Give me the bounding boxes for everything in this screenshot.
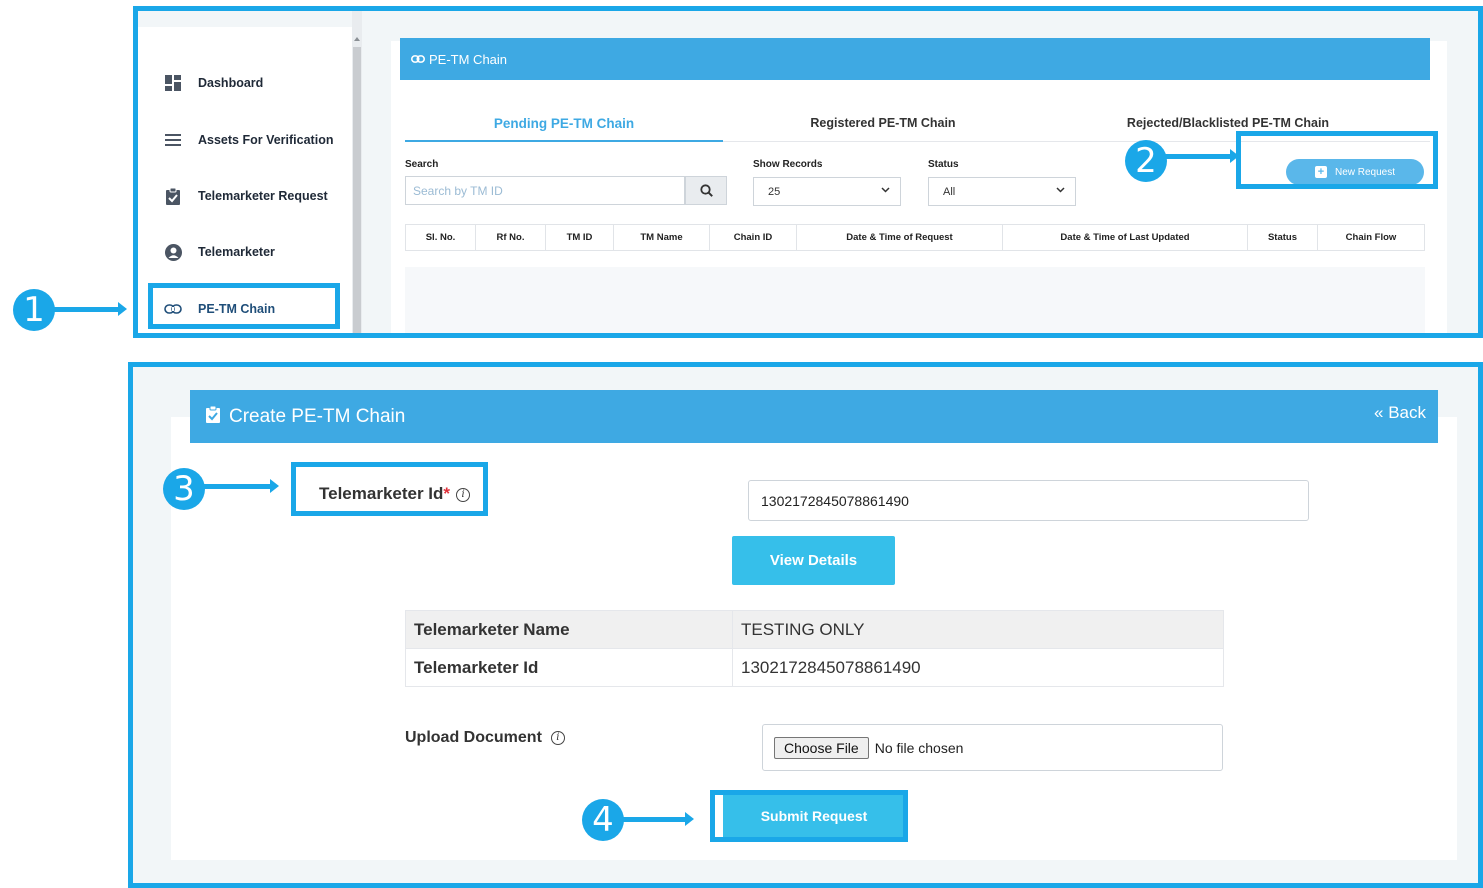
page-title: PE-TM Chain	[429, 51, 508, 67]
arrow-head-icon	[118, 302, 127, 316]
column-header: Sl. No.	[406, 225, 476, 250]
sidebar-scrollbar[interactable]	[352, 11, 362, 333]
show-records-select[interactable]: 25	[753, 177, 901, 206]
status-label: Status	[928, 159, 959, 170]
status-select[interactable]: All	[928, 177, 1076, 206]
callout-arrow	[200, 484, 270, 489]
callout-arrow	[619, 817, 685, 822]
arrow-head-icon	[1230, 149, 1239, 163]
chevron-down-icon	[1056, 187, 1065, 193]
column-header: Chain Flow	[1345, 232, 1397, 243]
detail-value: TESTING ONLY	[741, 619, 865, 639]
callout-1: 1	[13, 289, 55, 331]
column-header: Date & Time of Request	[797, 225, 1003, 250]
back-link[interactable]: « Back	[1374, 403, 1426, 423]
column-header: TM Name	[614, 225, 710, 250]
telemarketer-id-input[interactable]: 1302172845078861490	[748, 480, 1309, 521]
view-details-button[interactable]: View Details	[732, 536, 895, 585]
search-label: Search	[405, 159, 439, 170]
chevron-down-icon	[881, 187, 890, 193]
scrollbar-thumb[interactable]	[353, 47, 361, 333]
callout-arrow	[50, 307, 118, 312]
clipboard-check-icon	[206, 405, 220, 423]
page-header: PE-TM Chain	[400, 38, 1430, 80]
column-header: Date & Time of Last Updated	[1003, 225, 1248, 250]
form-header: Create PE-TM Chain « Back	[190, 390, 1438, 443]
sidebar-item-label: Telemarketer Request	[198, 189, 328, 203]
sidebar-item-label: Dashboard	[198, 76, 264, 90]
callout-3: 3	[163, 468, 205, 510]
new-request-highlight-box	[1236, 131, 1438, 189]
status-value: All	[943, 185, 956, 198]
tab-registered[interactable]: Registered PE-TM Chain	[738, 108, 1028, 138]
column-header: TM ID	[546, 225, 614, 250]
column-header: Rf No.	[476, 225, 546, 250]
detail-key: Telemarketer Name	[406, 611, 733, 648]
list-icon	[163, 133, 183, 147]
file-upload-field[interactable]: Choose File No file chosen	[762, 724, 1223, 771]
table-body	[405, 267, 1425, 333]
scroll-up-icon[interactable]	[354, 37, 360, 41]
sidebar-item-assets-for-verification[interactable]: Assets For Verification	[138, 120, 352, 160]
callout-4: 4	[582, 799, 624, 841]
tab-pending[interactable]: Pending PE-TM Chain	[405, 108, 723, 138]
upload-document-label: Upload Document i	[405, 729, 565, 747]
detail-value: 1302172845078861490	[741, 658, 921, 677]
sidebar-item-label: Assets For Verification	[198, 133, 334, 147]
info-icon[interactable]: i	[550, 730, 565, 745]
search-input[interactable]: Search by TM ID	[405, 176, 685, 205]
table-row: Telemarketer Name TESTING ONLY	[406, 611, 1223, 649]
choose-file-button[interactable]: Choose File	[774, 736, 869, 759]
tab-active-indicator	[405, 140, 723, 142]
create-pe-tm-chain-screenshot: Create PE-TM Chain « Back Telemarketer I…	[128, 362, 1483, 888]
pe-tm-chain-list-screenshot: Dashboard Assets For Verification Telema…	[133, 6, 1483, 338]
table-row: Telemarketer Id 1302172845078861490	[406, 649, 1223, 687]
sidebar-item-telemarketer-request[interactable]: Telemarketer Request	[138, 176, 352, 216]
sidebar-item-telemarketer[interactable]: Telemarketer	[138, 232, 352, 272]
sidebar-item-dashboard[interactable]: Dashboard	[138, 63, 352, 103]
submit-highlight-box	[710, 790, 908, 842]
show-records-label: Show Records	[753, 159, 823, 170]
form-title: Create PE-TM Chain	[229, 405, 406, 427]
dashboard-icon	[163, 75, 183, 91]
upload-document-label-text: Upload Document	[405, 729, 542, 746]
table-header: Sl. No. Rf No. TM ID TM Name Chain ID Da…	[405, 224, 1425, 251]
search-button[interactable]	[685, 176, 727, 205]
arrow-head-icon	[270, 479, 279, 493]
clipboard-check-icon	[163, 187, 183, 205]
column-header: Chain ID	[710, 225, 797, 250]
detail-key: Telemarketer Id	[406, 649, 733, 687]
sidebar-highlight-box	[148, 283, 340, 329]
search-icon	[699, 184, 713, 197]
callout-arrow	[1162, 154, 1230, 159]
sidebar-item-label: Telemarketer	[198, 245, 275, 259]
telemarketer-details-table: Telemarketer Name TESTING ONLY Telemarke…	[405, 610, 1224, 687]
callout-2: 2	[1125, 140, 1167, 182]
link-icon	[411, 55, 425, 63]
arrow-head-icon	[685, 812, 694, 826]
show-records-value: 25	[768, 185, 781, 198]
user-circle-icon	[163, 243, 183, 261]
telemarketer-id-highlight-box	[291, 462, 488, 516]
column-header: Status	[1248, 225, 1318, 250]
no-file-text: No file chosen	[874, 739, 964, 756]
